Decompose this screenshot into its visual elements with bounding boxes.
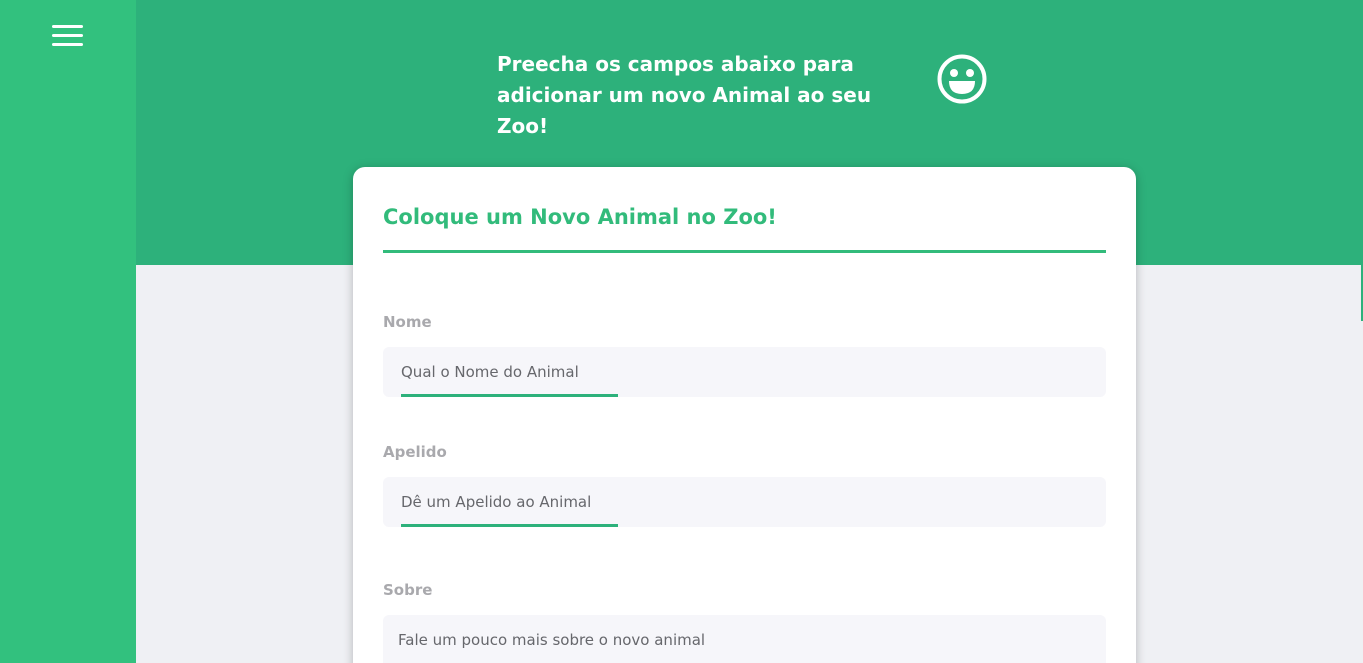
- apelido-input-underline: [401, 524, 618, 527]
- smiley-icon: [937, 54, 987, 104]
- header-message: Preecha os campos abaixo para adicionar …: [497, 49, 927, 142]
- apelido-label: Apelido: [383, 443, 447, 461]
- sobre-textarea[interactable]: [383, 615, 1106, 663]
- nome-input-underline: [401, 394, 618, 397]
- hamburger-menu-icon[interactable]: [52, 24, 84, 48]
- sobre-label: Sobre: [383, 581, 433, 599]
- header-line-2: adicionar um novo Animal ao seu Zoo!: [497, 83, 872, 138]
- header-line-1: Preecha os campos abaixo para: [497, 52, 854, 76]
- title-divider: [383, 250, 1106, 253]
- sidebar: [0, 0, 136, 663]
- form-title: Coloque um Novo Animal no Zoo!: [383, 205, 777, 229]
- menu-bar-top: [52, 25, 83, 28]
- add-animal-card: Coloque um Novo Animal no Zoo! Nome Apel…: [353, 167, 1136, 663]
- menu-bar-bottom: [52, 43, 83, 46]
- nome-label: Nome: [383, 313, 432, 331]
- menu-bar-middle: [52, 34, 83, 37]
- nome-input[interactable]: [383, 347, 1106, 397]
- apelido-input[interactable]: [383, 477, 1106, 527]
